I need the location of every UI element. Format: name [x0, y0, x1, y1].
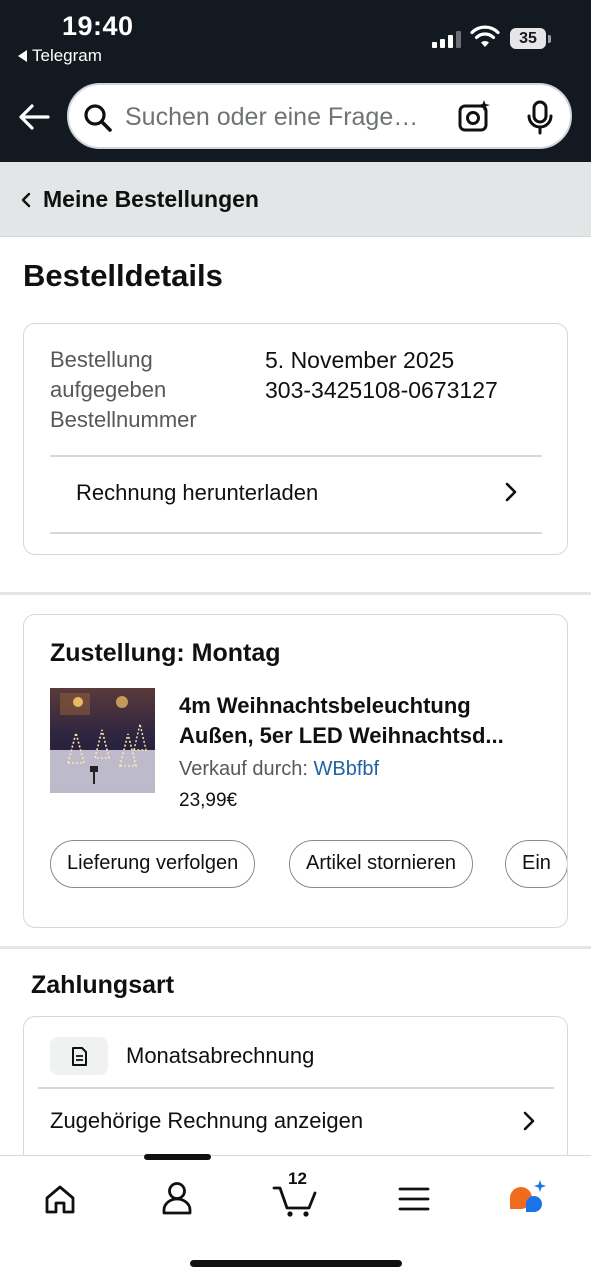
search-icon [84, 104, 112, 132]
payment-section-title: Zahlungsart [31, 971, 175, 999]
back-app-label: Telegram [32, 46, 102, 65]
payment-method: Monatsabrechnung [126, 1043, 315, 1068]
home-indicator [190, 1260, 402, 1267]
status-time: 19:40 [62, 11, 134, 41]
battery-indicator: 35 [510, 28, 551, 49]
divider [50, 455, 542, 457]
home-icon[interactable] [30, 1174, 90, 1224]
chevron-right-icon[interactable] [522, 1110, 536, 1132]
active-tab-indicator [144, 1154, 211, 1160]
view-related-invoice-link[interactable]: Zugehörige Rechnung anzeigen [50, 1108, 363, 1134]
rufus-ai-icon[interactable] [500, 1174, 560, 1224]
order-info-card: Bestellung aufgegeben Bestellnummer 5. N… [23, 323, 568, 555]
cancel-item-button[interactable]: Artikel stornieren [289, 840, 474, 888]
search-bar[interactable]: Suchen oder eine Frage… [67, 83, 572, 149]
back-triangle-icon [18, 50, 27, 62]
order-placed-label-line2: aufgegeben [50, 377, 167, 402]
delivery-card: Zustellung: Montag 4m Weihnachtsbeleucht [23, 614, 568, 928]
back-to-app-link[interactable]: Telegram [18, 46, 102, 66]
order-number-value: 303-3425108-0673127 [265, 377, 498, 403]
divider [38, 1087, 554, 1089]
bottom-navigation: 12 [0, 1154, 591, 1280]
menu-icon[interactable] [384, 1174, 444, 1224]
seller-link[interactable]: WBbfbf [314, 758, 380, 780]
product-price: 23,99€ [179, 790, 238, 811]
document-icon [50, 1037, 108, 1075]
cart-icon[interactable] [266, 1174, 326, 1224]
cellular-signal-icon [432, 30, 461, 48]
breadcrumb[interactable]: Meine Bestellungen [0, 162, 591, 237]
delivery-title: Zustellung: Montag [50, 639, 281, 667]
track-delivery-button[interactable]: Lieferung verfolgen [50, 840, 256, 888]
seller-prefix: Verkauf durch: [179, 758, 314, 780]
search-placeholder[interactable]: Suchen oder eine Frage… [125, 103, 418, 132]
section-separator [0, 592, 591, 595]
chevron-right-icon[interactable] [504, 481, 518, 503]
order-number-label: Bestellnummer [50, 407, 197, 432]
top-header: 19:40 Telegram 35 Suchen oder eine Frage… [0, 0, 591, 162]
order-placed-label-line1: Bestellung [50, 347, 153, 372]
order-date-value: 5. November 2025 [265, 347, 455, 373]
section-separator [0, 946, 591, 949]
divider [50, 532, 542, 534]
download-invoice-link[interactable]: Rechnung herunterladen [76, 480, 318, 506]
payment-card: Monatsabrechnung Zugehörige Rechnung anz… [23, 1016, 568, 1176]
christmas-lights-image-icon [50, 688, 155, 793]
more-action-button[interactable]: Ein [505, 840, 567, 888]
breadcrumb-label[interactable]: Meine Bestellungen [43, 186, 259, 213]
seller-info: Verkauf durch: WBbfbf [179, 758, 379, 781]
product-title[interactable]: 4m Weihnachtsbeleuchtung Außen, 5er LED … [179, 691, 549, 751]
wifi-icon [470, 25, 500, 47]
product-image[interactable] [50, 688, 155, 793]
page-title: Bestelldetails [23, 258, 223, 293]
microphone-icon[interactable] [525, 100, 555, 136]
chevron-left-icon [21, 192, 31, 208]
camera-icon[interactable] [457, 100, 491, 134]
account-icon[interactable] [147, 1174, 207, 1224]
back-arrow-icon[interactable] [16, 99, 52, 135]
